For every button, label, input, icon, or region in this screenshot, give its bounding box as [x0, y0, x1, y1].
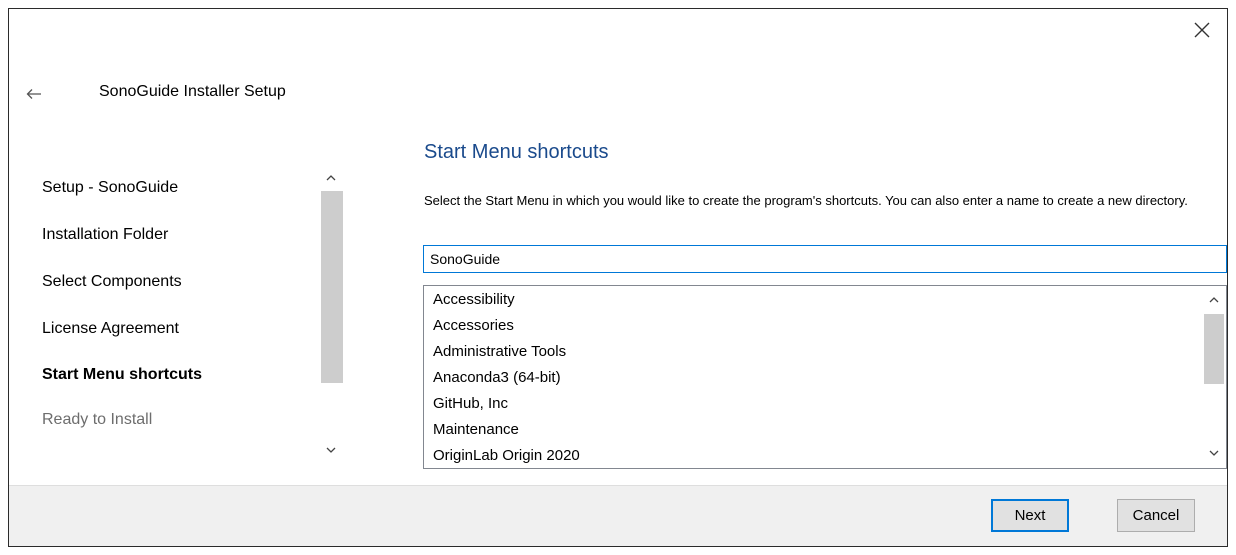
sidebar-item-setup[interactable]: Setup - SonoGuide	[42, 179, 178, 197]
sidebar-scrollbar[interactable]	[319, 167, 343, 467]
list-item[interactable]: OriginLab Origin 2020	[433, 447, 580, 464]
sidebar-item-start-menu-shortcuts[interactable]: Start Menu shortcuts	[42, 366, 202, 384]
list-item[interactable]: Anaconda3 (64-bit)	[433, 369, 561, 386]
sidebar-item-installation-folder[interactable]: Installation Folder	[42, 226, 168, 244]
sidebar-item-ready-to-install: Ready to Install	[42, 411, 153, 428]
start-menu-folder-input[interactable]	[423, 245, 1227, 273]
installer-window: SonoGuide Installer Setup Setup - SonoGu…	[8, 8, 1228, 547]
window-title: SonoGuide Installer Setup	[99, 83, 286, 100]
sidebar-item-license-agreement[interactable]: License Agreement	[42, 320, 179, 338]
next-button[interactable]: Next	[991, 499, 1069, 532]
list-item[interactable]: Accessories	[433, 317, 514, 334]
folder-list-scroll-up-button[interactable]	[1202, 289, 1226, 311]
footer-bar: Next Cancel	[9, 485, 1227, 546]
sidebar-scroll-thumb[interactable]	[321, 191, 343, 383]
chevron-up-icon	[326, 175, 336, 181]
list-item[interactable]: Maintenance	[433, 421, 519, 438]
folder-list-scroll-down-button[interactable]	[1202, 442, 1226, 464]
list-item[interactable]: Administrative Tools	[433, 343, 566, 360]
sidebar-scroll-down-button[interactable]	[319, 439, 343, 461]
chevron-down-icon	[326, 447, 336, 453]
sidebar-scroll-up-button[interactable]	[319, 167, 343, 189]
sidebar-item-select-components[interactable]: Select Components	[42, 273, 182, 291]
folder-list-scrollbar[interactable]	[1202, 286, 1226, 468]
back-button[interactable]	[19, 79, 49, 109]
close-icon	[1194, 22, 1210, 38]
page-description: Select the Start Menu in which you would…	[424, 193, 1188, 208]
page-title: Start Menu shortcuts	[424, 141, 609, 163]
folder-list-scroll-thumb[interactable]	[1204, 314, 1224, 384]
list-item[interactable]: GitHub, Inc	[433, 395, 508, 412]
start-menu-folder-list[interactable]: Accessibility Accessories Administrative…	[423, 285, 1227, 469]
close-button[interactable]	[1187, 15, 1217, 45]
cancel-button[interactable]: Cancel	[1117, 499, 1195, 532]
chevron-up-icon	[1209, 297, 1219, 303]
chevron-down-icon	[1209, 450, 1219, 456]
steps-sidebar: Setup - SonoGuide Installation Folder Se…	[9, 159, 349, 469]
list-item[interactable]: Accessibility	[433, 291, 515, 308]
arrow-left-icon	[26, 89, 41, 99]
